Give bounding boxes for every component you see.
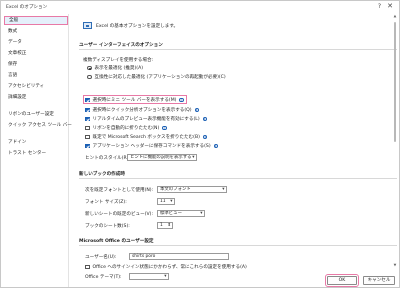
radio-optimize-compat-label: 互換性に対応した最適化 (アプリケーションの再起動が必要)(C)	[94, 75, 226, 80]
checkbox-checked-icon[interactable]	[85, 107, 90, 113]
checkbox-checked-icon[interactable]	[85, 116, 90, 122]
personalize-heading: Microsoft Office のユーザー設定	[79, 238, 397, 246]
font-size-select[interactable]: 11	[157, 198, 175, 205]
radio-selected-icon[interactable]	[87, 65, 92, 71]
radio-unselected-icon[interactable]	[87, 74, 92, 80]
sidebar-item-formulas[interactable]: 数式	[4, 27, 68, 36]
title-bar: Excel のオプション ? ✕	[1, 1, 399, 13]
scroll-up-icon[interactable]: ▲	[393, 14, 397, 18]
help-icon[interactable]: ?	[378, 3, 381, 10]
sidebar-item-quick-access-toolbar[interactable]: クイック アクセス ツール バー	[4, 121, 72, 130]
ui-options-heading: ユーザー インターフェイスのオプション	[79, 42, 397, 50]
scrollbar[interactable]: ▲ ▼	[393, 14, 397, 267]
checkbox-unchecked-icon[interactable]	[85, 134, 90, 140]
info-icon: i	[202, 116, 208, 122]
default-view-label: 新しいシートの既定のビュー(V):	[85, 212, 153, 217]
new-workbook-heading: 新しいブックの作成時	[79, 171, 397, 179]
radio-optimize-compat[interactable]: 互換性に対応した最適化 (アプリケーションの再起動が必要)(C)	[87, 74, 226, 80]
checkbox-always-use-label: Office へのサインイン状態にかかわらず、常にこれらの設定を使用する(A)	[92, 265, 247, 270]
sheet-count-spinner[interactable]: 1	[157, 222, 173, 229]
radio-optimize-appearance[interactable]: 表示を最適化 (推奨)(A)	[87, 65, 143, 71]
checkbox-unchecked-icon[interactable]	[85, 125, 90, 131]
info-icon: i	[194, 107, 200, 113]
window-title: Excel のオプション	[6, 5, 48, 10]
sidebar: 全般 数式 データ 文章校正 保存 言語 アクセシビリティ 詳細設定 リボンのユ…	[1, 14, 72, 287]
sidebar-item-language[interactable]: 言語	[4, 71, 68, 80]
options-general-icon	[83, 22, 92, 29]
checkbox-mini-toolbar-label: 選択時にミニ ツール バーを表示する(M)	[92, 98, 177, 103]
sidebar-item-save[interactable]: 保存	[4, 60, 68, 69]
sidebar-item-general[interactable]: 全般	[4, 16, 68, 25]
info-icon: i	[213, 143, 219, 149]
default-font-label: 次を既定フォントとして使用(N):	[85, 188, 154, 193]
checkbox-search-box-label: 既定で Microsoft Search ボックスを折りたたむ(B)	[92, 135, 200, 140]
checkbox-checked-icon[interactable]	[85, 97, 90, 103]
intro-text: Excel の基本オプションを設定します。	[96, 23, 179, 29]
office-theme-select[interactable]	[129, 273, 169, 280]
close-icon[interactable]: ✕	[387, 2, 393, 10]
screentip-select[interactable]: ヒントに機能の説明を表示する	[127, 154, 197, 161]
sidebar-item-trust-center[interactable]: トラスト センター	[4, 149, 68, 158]
checkbox-app-header[interactable]: アプリケーション ヘッダーに保存コマンドを表示する(S) i	[85, 143, 219, 149]
checkbox-app-header-label: アプリケーション ヘッダーに保存コマンドを表示する(S)	[92, 144, 211, 149]
sidebar-item-data[interactable]: データ	[4, 38, 68, 47]
checkbox-always-use[interactable]: Office へのサインイン状態にかかわらず、常にこれらの設定を使用する(A)	[85, 264, 247, 270]
ok-button[interactable]: OK	[325, 274, 359, 287]
checkbox-mini-toolbar[interactable]: 選択時にミニ ツール バーを表示する(M) i	[85, 97, 184, 103]
checkbox-checked-icon[interactable]	[85, 143, 90, 149]
font-size-label: フォント サイズ(Z):	[85, 200, 127, 205]
sidebar-item-customize-ribbon[interactable]: リボンのユーザー設定	[4, 110, 68, 119]
sidebar-item-proofing[interactable]: 文章校正	[4, 49, 68, 58]
info-icon: i	[179, 97, 184, 103]
info-icon: i	[202, 134, 208, 140]
scroll-thumb[interactable]	[394, 22, 396, 142]
checkbox-unchecked-icon[interactable]	[85, 264, 90, 270]
checkbox-collapse-ribbon-label: リボンを自動的に折りたたむ(N)	[92, 126, 160, 131]
options-content: Excel の基本オプションを設定します。 ユーザー インターフェイスのオプショ…	[73, 14, 399, 280]
cancel-button[interactable]: キャンセル	[363, 276, 395, 285]
office-theme-label: Office テーマ(T):	[85, 275, 122, 280]
username-label: ユーザー名(U):	[85, 255, 117, 260]
screentip-label: ヒントのスタイル(R):	[85, 156, 131, 161]
default-font-select[interactable]: 本文のフォント	[157, 186, 227, 193]
checkbox-collapse-ribbon[interactable]: リボンを自動的に折りたたむ(N) i	[85, 125, 167, 131]
checkbox-quick-analysis-label: 選択時にクイック分析オプションを表示する(Q)	[92, 108, 192, 113]
checkbox-live-preview-label: リアルタイムのプレビュー表示機能を有効にする(L)	[92, 117, 200, 122]
checkbox-live-preview[interactable]: リアルタイムのプレビュー表示機能を有効にする(L) i	[85, 116, 208, 122]
sidebar-item-accessibility[interactable]: アクセシビリティ	[4, 82, 68, 91]
sheet-count-label: ブックのシート数(S):	[85, 224, 130, 229]
default-view-select[interactable]: 標準ビュー	[157, 210, 205, 217]
scroll-down-icon[interactable]: ▼	[393, 263, 397, 267]
options-dialog: Excel のオプション ? ✕ 全般 数式 データ 文章校正 保存 言語 アク…	[0, 0, 400, 288]
multi-display-label: 複数ディスプレイを使用する場合:	[83, 58, 154, 63]
radio-optimize-appearance-label: 表示を最適化 (推奨)(A)	[94, 66, 144, 71]
info-icon: i	[162, 125, 167, 131]
intro: Excel の基本オプションを設定します。	[83, 22, 178, 29]
sidebar-item-advanced[interactable]: 詳細設定	[4, 93, 68, 102]
checkbox-search-box[interactable]: 既定で Microsoft Search ボックスを折りたたむ(B) i	[85, 134, 208, 140]
username-input[interactable]: shirts poro	[129, 253, 229, 260]
sidebar-item-addins[interactable]: アドイン	[4, 138, 68, 147]
checkbox-quick-analysis[interactable]: 選択時にクイック分析オプションを表示する(Q) i	[85, 107, 200, 113]
